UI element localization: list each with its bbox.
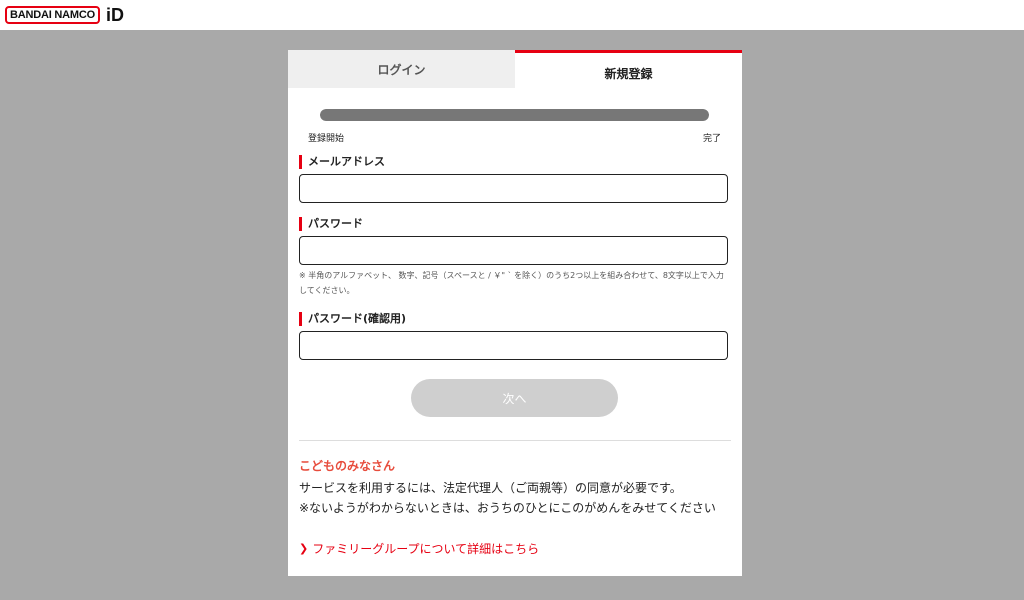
password-confirm-field[interactable] xyxy=(299,331,728,360)
id-logo-text: iD xyxy=(105,5,124,25)
top-bar: BANDAI NAMCO iD xyxy=(0,0,1024,30)
family-group-link-label: ファミリーグループについて詳細はこちら xyxy=(312,542,540,556)
section-divider xyxy=(299,440,731,441)
progress-start-label: 登録開始 xyxy=(308,134,345,144)
next-button[interactable]: 次へ xyxy=(411,379,618,417)
registration-panel: ログイン 新規登録 登録開始 完了 メールアドレス パスワード ※ 半角のアルフ… xyxy=(288,50,742,576)
tab-register[interactable]: 新規登録 xyxy=(515,50,742,91)
auth-tabs: ログイン 新規登録 xyxy=(288,50,742,91)
kids-notice-line1: サービスを利用するには、法定代理人（ご両親等）の同意が必要です。 xyxy=(299,481,682,495)
tab-login[interactable]: ログイン xyxy=(288,50,515,88)
kids-notice-line2: ※ないようがわからないときは、おうちのひとにこのがめんをみせてください xyxy=(299,501,716,515)
family-group-link[interactable]: ❯ ファミリーグループについて詳細はこちら xyxy=(299,540,539,557)
chevron-right-icon: ❯ xyxy=(299,542,309,555)
progress-fill xyxy=(320,109,709,121)
email-label: メールアドレス xyxy=(299,155,385,169)
registration-progress-bar xyxy=(320,109,709,121)
password-label: パスワード xyxy=(299,217,363,231)
email-field[interactable] xyxy=(299,174,728,203)
brand-logo[interactable]: BANDAI NAMCO iD xyxy=(5,6,124,24)
password-confirm-label: パスワード(確認用) xyxy=(299,312,406,326)
bandai-namco-logo: BANDAI NAMCO xyxy=(5,6,100,24)
progress-end-label: 完了 xyxy=(702,134,721,144)
password-hint: ※ 半角のアルファベット、 数字、記号（スペースと / ￥" ` を除く）のうち… xyxy=(299,271,724,295)
password-field[interactable] xyxy=(299,236,728,265)
kids-notice-text: サービスを利用するには、法定代理人（ご両親等）の同意が必要です。 ※ないようがわ… xyxy=(299,478,733,518)
kids-notice-title: こどものみなさん xyxy=(299,459,396,473)
